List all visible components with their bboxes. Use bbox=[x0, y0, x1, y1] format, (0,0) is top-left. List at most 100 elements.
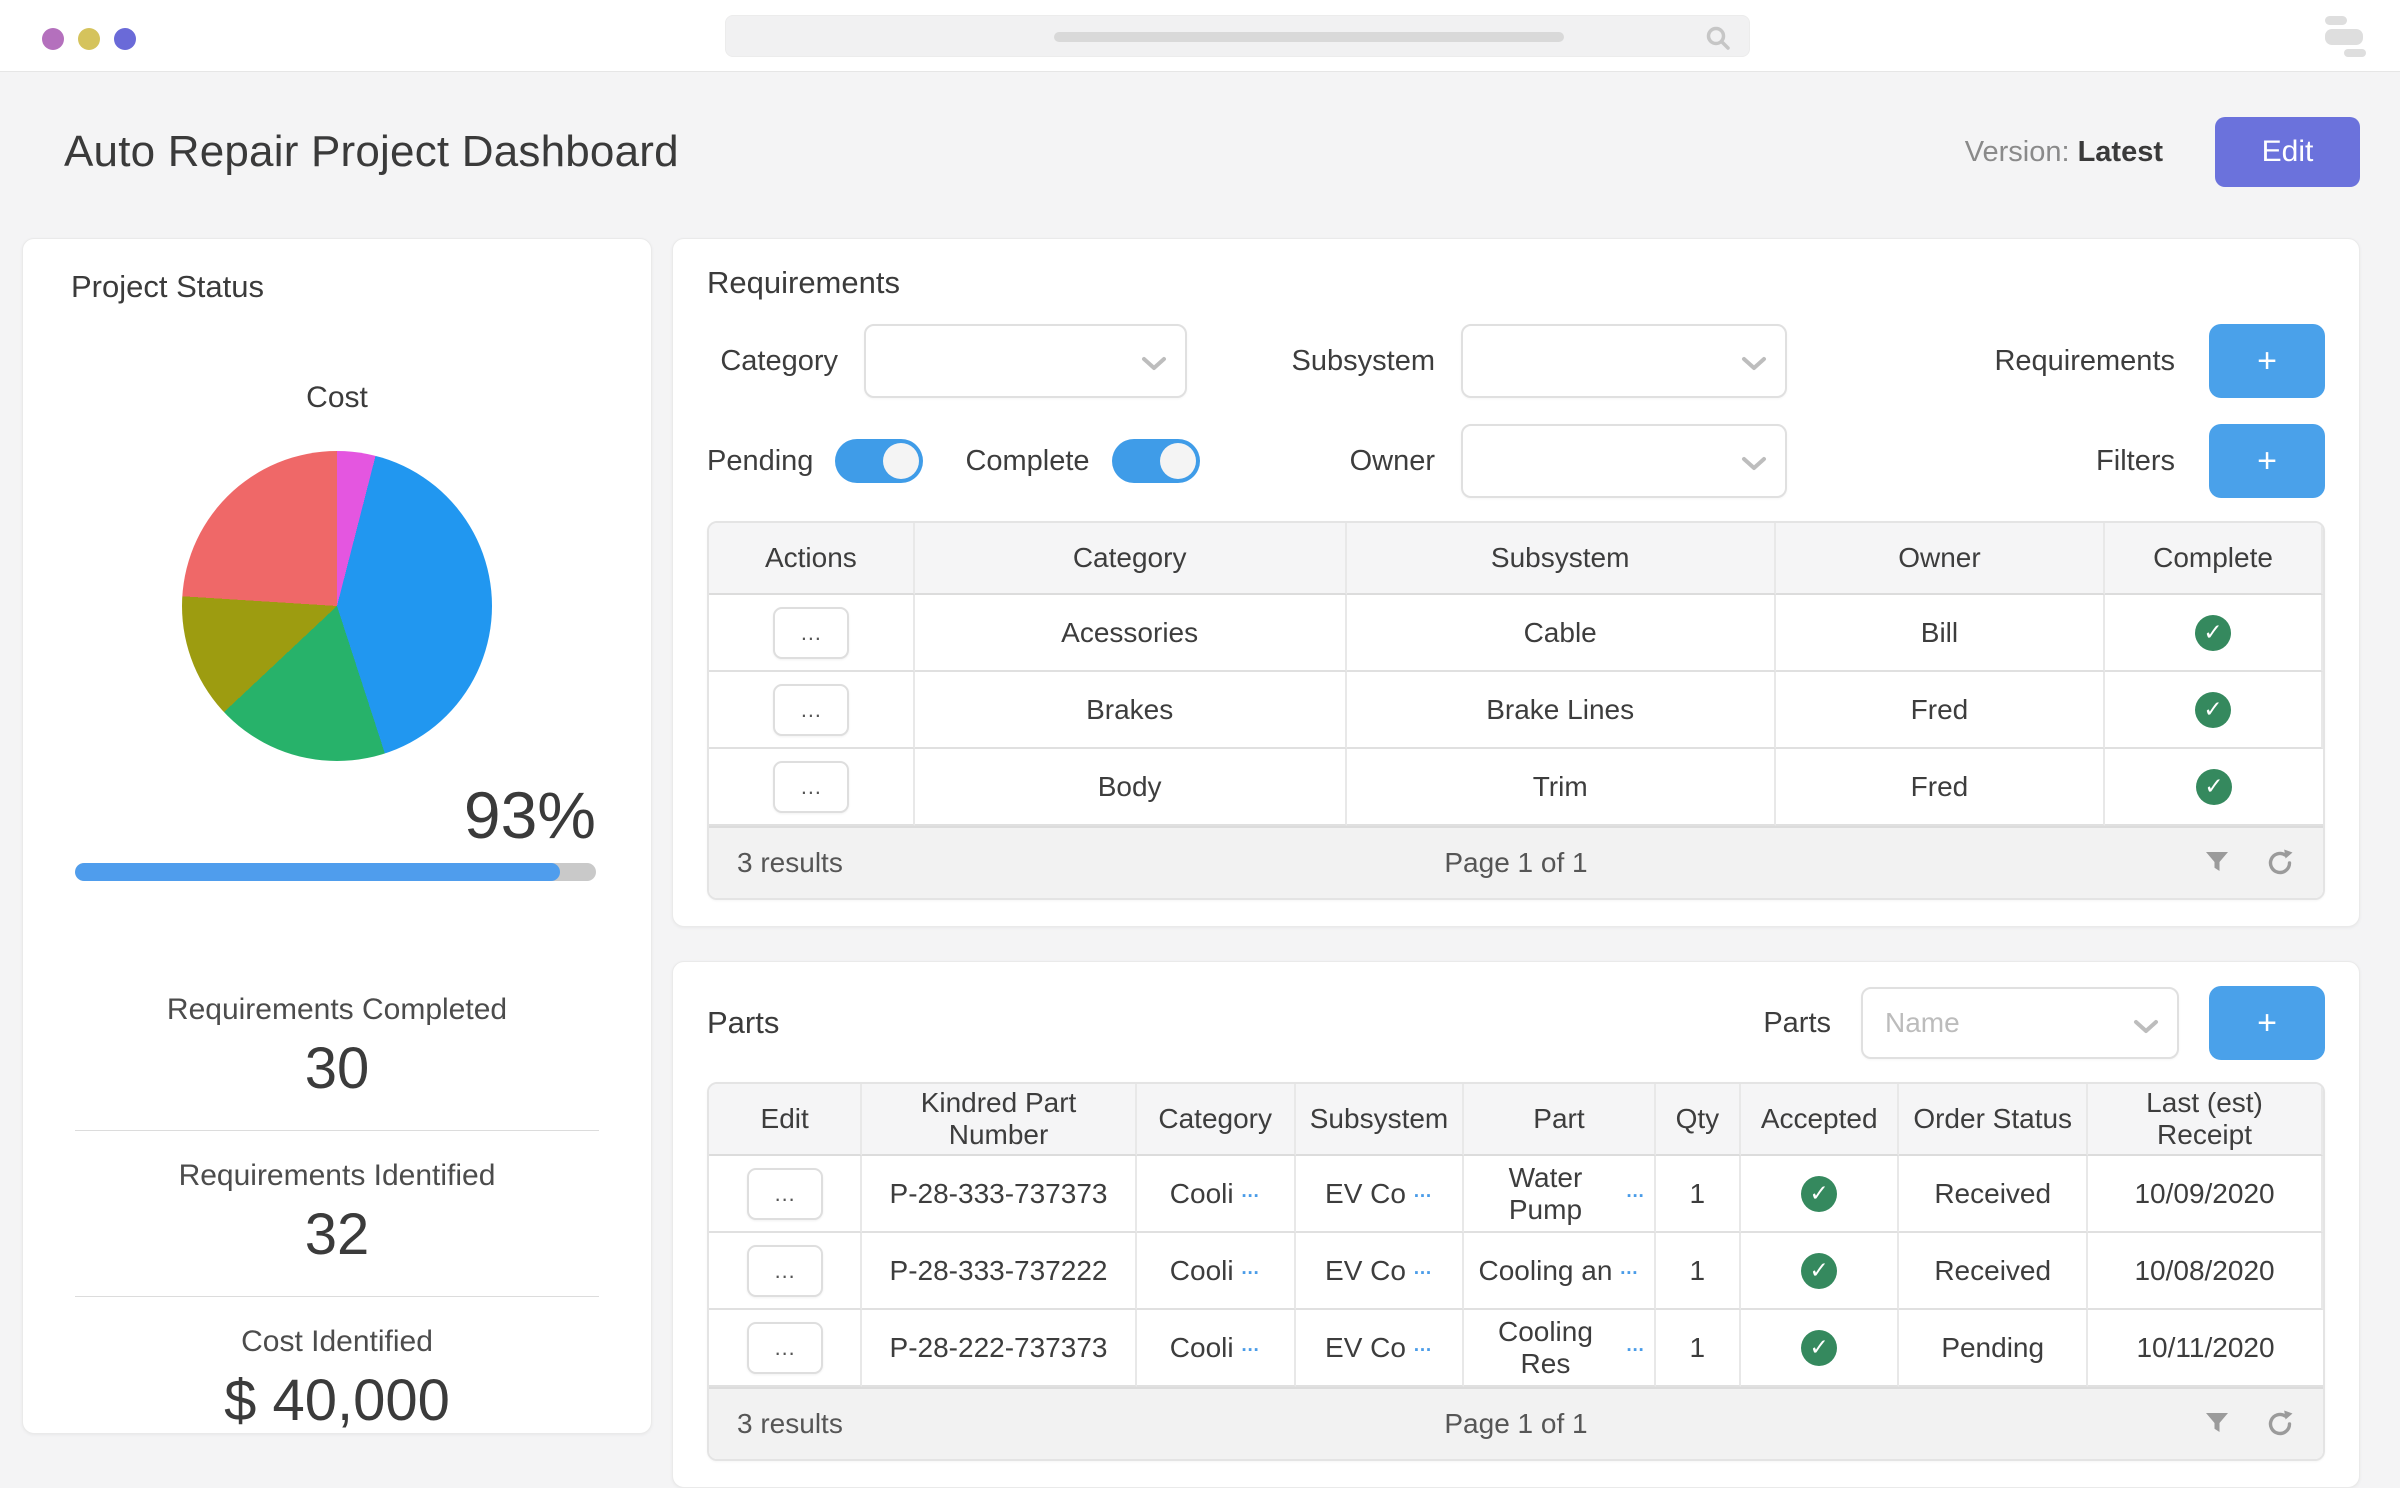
owner-filter-label: Owner bbox=[1187, 445, 1435, 478]
truncation-ellipsis[interactable]: … bbox=[1626, 1335, 1646, 1357]
page-header: Auto Repair Project Dashboard Version:La… bbox=[64, 116, 2360, 188]
row-complete: ✓ bbox=[2105, 595, 2323, 672]
row-qty: 1 bbox=[1656, 1156, 1742, 1233]
row-edit-button[interactable]: … bbox=[747, 1245, 823, 1297]
row-subsystem: EV Co… bbox=[1296, 1233, 1465, 1310]
browser-search-input[interactable] bbox=[725, 15, 1750, 57]
pending-toggle-label: Pending bbox=[707, 445, 813, 478]
truncation-ellipsis[interactable]: … bbox=[1241, 1181, 1261, 1203]
check-circle-icon: ✓ bbox=[2195, 692, 2231, 728]
parts-table-footer: 3 results Page 1 of 1 bbox=[709, 1387, 2323, 1459]
cost-chart-title: Cost bbox=[23, 381, 651, 415]
stat-label: Cost Identified bbox=[75, 1325, 599, 1359]
add-requirement-button[interactable]: + bbox=[2209, 324, 2325, 398]
subsystem-select[interactable] bbox=[1461, 324, 1787, 398]
toggle-knob bbox=[1160, 443, 1196, 479]
row-category: Cooli… bbox=[1137, 1233, 1296, 1310]
row-category: Brakes bbox=[915, 672, 1347, 749]
version-text: Version:Latest bbox=[1965, 136, 2163, 169]
divider bbox=[75, 1296, 599, 1297]
table-row-actions: … bbox=[709, 595, 915, 672]
row-order-status: Received bbox=[1899, 1233, 2088, 1310]
row-edit-button[interactable]: … bbox=[747, 1322, 823, 1374]
requirements-card: Requirements Category Subsystem bbox=[672, 238, 2360, 927]
row-part-number: P-28-333-737222 bbox=[862, 1233, 1136, 1310]
filter-funnel-icon[interactable] bbox=[2203, 848, 2231, 876]
truncation-ellipsis[interactable]: … bbox=[1413, 1181, 1433, 1203]
status-stats: Requirements Completed 30 Requirements I… bbox=[75, 993, 599, 1434]
check-circle-icon: ✓ bbox=[1801, 1330, 1837, 1366]
truncation-ellipsis[interactable]: … bbox=[1626, 1181, 1646, 1203]
truncation-ellipsis[interactable]: … bbox=[1413, 1335, 1433, 1357]
column-header: Order Status bbox=[1899, 1084, 2088, 1156]
row-part: Water Pump… bbox=[1464, 1156, 1655, 1233]
row-part-number: P-28-333-737373 bbox=[862, 1156, 1136, 1233]
row-actions-button[interactable]: … bbox=[773, 607, 849, 659]
add-filter-button[interactable]: + bbox=[2209, 424, 2325, 498]
traffic-light-3[interactable] bbox=[114, 28, 136, 50]
row-subsystem: EV Co… bbox=[1296, 1310, 1465, 1387]
truncation-ellipsis[interactable]: … bbox=[1619, 1258, 1639, 1280]
complete-toggle[interactable] bbox=[1112, 439, 1200, 483]
column-header: Last (est) Receipt bbox=[2088, 1084, 2323, 1156]
column-header: Actions bbox=[709, 523, 915, 595]
row-owner: Fred bbox=[1776, 672, 2105, 749]
row-qty: 1 bbox=[1656, 1233, 1742, 1310]
window-controls bbox=[42, 28, 136, 50]
row-actions-button[interactable]: … bbox=[773, 761, 849, 813]
completion-percent: 93% bbox=[23, 777, 596, 853]
column-header: Accepted bbox=[1741, 1084, 1899, 1156]
stat-value: 32 bbox=[75, 1201, 599, 1268]
url-placeholder-line bbox=[1054, 32, 1564, 42]
row-subsystem: EV Co… bbox=[1296, 1156, 1465, 1233]
truncation-ellipsis[interactable]: … bbox=[1241, 1335, 1261, 1357]
row-owner: Bill bbox=[1776, 595, 2105, 672]
check-circle-icon: ✓ bbox=[1801, 1176, 1837, 1212]
progress-bar bbox=[75, 863, 596, 881]
row-actions-button[interactable]: … bbox=[773, 684, 849, 736]
row-category: Body bbox=[915, 749, 1347, 826]
parts-name-select[interactable]: Name bbox=[1861, 987, 2179, 1059]
search-icon bbox=[1705, 25, 1731, 56]
table-row-edit: … bbox=[709, 1156, 862, 1233]
check-circle-icon: ✓ bbox=[1801, 1253, 1837, 1289]
refresh-icon[interactable] bbox=[2265, 848, 2295, 878]
truncation-ellipsis[interactable]: … bbox=[1413, 1258, 1433, 1280]
row-receipt: 10/09/2020 bbox=[2088, 1156, 2323, 1233]
traffic-light-1[interactable] bbox=[42, 28, 64, 50]
table-row-actions: … bbox=[709, 672, 915, 749]
stat-label: Requirements Identified bbox=[75, 1159, 599, 1193]
row-part: Cooling an… bbox=[1464, 1233, 1655, 1310]
category-select[interactable] bbox=[864, 324, 1187, 398]
check-circle-icon: ✓ bbox=[2195, 615, 2231, 651]
stat-label: Requirements Completed bbox=[75, 993, 599, 1027]
traffic-light-2[interactable] bbox=[78, 28, 100, 50]
version-value: Latest bbox=[2078, 136, 2163, 168]
row-part-number: P-28-222-737373 bbox=[862, 1310, 1136, 1387]
filters-add-label: Filters bbox=[2096, 445, 2175, 478]
pending-toggle[interactable] bbox=[835, 439, 923, 483]
row-accepted: ✓ bbox=[1741, 1156, 1899, 1233]
menu-icon[interactable] bbox=[2323, 16, 2367, 58]
stat-requirements-completed: Requirements Completed 30 bbox=[75, 993, 599, 1102]
refresh-icon[interactable] bbox=[2265, 1409, 2295, 1439]
parts-select-placeholder: Name bbox=[1885, 1007, 1960, 1039]
chevron-down-icon bbox=[2133, 1019, 2159, 1039]
column-header: Category bbox=[1137, 1084, 1296, 1156]
row-receipt: 10/08/2020 bbox=[2088, 1233, 2323, 1310]
chevron-down-icon bbox=[1741, 356, 1767, 376]
row-edit-button[interactable]: … bbox=[747, 1168, 823, 1220]
row-subsystem: Brake Lines bbox=[1347, 672, 1776, 749]
window-titlebar bbox=[0, 0, 2400, 72]
edit-button[interactable]: Edit bbox=[2215, 117, 2360, 187]
add-part-button[interactable]: + bbox=[2209, 986, 2325, 1060]
row-complete: ✓ bbox=[2105, 672, 2323, 749]
page-title: Auto Repair Project Dashboard bbox=[64, 127, 679, 177]
row-receipt: 10/11/2020 bbox=[2088, 1310, 2323, 1387]
row-owner: Fred bbox=[1776, 749, 2105, 826]
truncation-ellipsis[interactable]: … bbox=[1241, 1258, 1261, 1280]
owner-select[interactable] bbox=[1461, 424, 1787, 498]
subsystem-filter-label: Subsystem bbox=[1187, 345, 1435, 378]
requirements-title: Requirements bbox=[707, 265, 2325, 301]
filter-funnel-icon[interactable] bbox=[2203, 1409, 2231, 1437]
